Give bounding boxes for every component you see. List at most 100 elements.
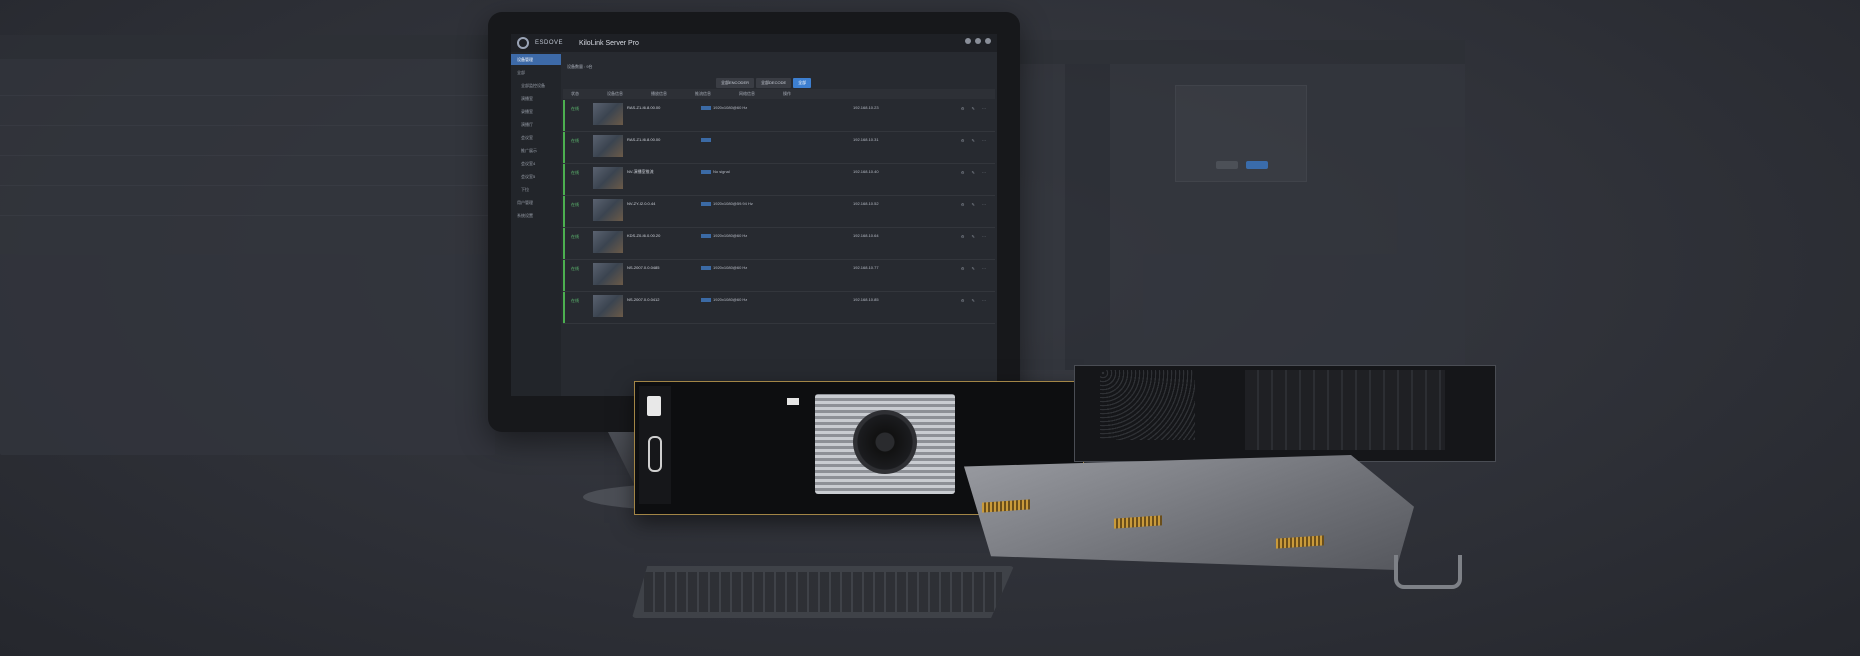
column-header: 状态 — [571, 91, 579, 96]
row-actions[interactable]: ⚙ ✎ ⋯ — [961, 138, 989, 143]
status-badge: 在线 — [571, 170, 579, 175]
status-badge: 在线 — [571, 266, 579, 271]
video-thumbnail[interactable] — [593, 103, 623, 125]
background-table-row — [0, 155, 495, 156]
ip-address: 192.168.10.31 — [853, 137, 879, 142]
status-badge: 在线 — [571, 202, 579, 207]
signal-info: 1920x1080@60 Hz — [701, 265, 747, 270]
device-name: NV-ZY-I2.0.0.44 — [627, 201, 656, 206]
sidebar-item[interactable]: 演播室 — [511, 93, 561, 104]
device-name: RAS-Z1-I6.8.00.00 — [627, 105, 661, 110]
format-badge-icon — [701, 137, 711, 142]
table-row[interactable]: 在线 RAS-Z1-I6.8.00.00 1920x1080@60 Hz 192.16… — [563, 100, 995, 132]
background-dialog-cancel — [1216, 161, 1238, 169]
sidebar-item[interactable]: 全部监控设备 — [511, 80, 561, 91]
format-badge-icon — [701, 265, 711, 270]
ip-address: 192.168.10.77 — [853, 265, 879, 270]
video-thumbnail[interactable] — [593, 295, 623, 317]
ip-address: 192.168.10.52 — [853, 201, 879, 206]
sidebar-item[interactable]: 会议室 — [511, 132, 561, 143]
table-row[interactable]: 在线 NV-演播室推流 No signal 192.168.10.40 ⚙ ✎ ⋯ — [563, 164, 995, 196]
table-row[interactable]: 在线 NS-2007.0.0.0412 1920x1080@60 Hz 192.168… — [563, 292, 995, 324]
video-thumbnail[interactable] — [593, 167, 623, 189]
ip-address: 192.168.10.40 — [853, 169, 879, 174]
chassis-expansion-slots — [1245, 370, 1445, 450]
table-row[interactable]: 在线 NS-2007.0.0.0485 1920x1080@60 Hz 192.168… — [563, 260, 995, 292]
signal-info: 1920x1080@60 Hz — [701, 233, 747, 238]
app-header: ESDOVE KiloLink Server Pro — [511, 34, 997, 52]
video-thumbnail[interactable] — [593, 135, 623, 157]
monitor-bezel: ESDOVE KiloLink Server Pro 设备管理 全部 全部监控设… — [488, 12, 1020, 432]
sidebar-item[interactable]: 录播室 — [511, 106, 561, 117]
sidebar-item[interactable]: 用户管理 — [511, 197, 561, 208]
status-badge: 在线 — [571, 298, 579, 303]
column-header: 操作 — [783, 91, 791, 96]
row-actions[interactable]: ⚙ ✎ ⋯ — [961, 298, 989, 303]
online-indicator — [563, 196, 565, 227]
signal-info-text: 1920x1080@59.94 Hz — [713, 201, 753, 206]
signal-info: 1920x1080@59.94 Hz — [701, 201, 753, 206]
column-header: 播放信息 — [651, 91, 667, 96]
table-row[interactable]: 在线 NV-ZY-I2.0.0.44 1920x1080@59.94 Hz 192.1… — [563, 196, 995, 228]
tab-all[interactable]: 全部 — [793, 78, 812, 88]
brand-logo-icon — [517, 37, 529, 49]
sidebar-item[interactable]: 下拉 — [511, 184, 561, 195]
chassis-pcie-tray — [964, 455, 1414, 570]
signal-info: 1920x1080@60 Hz — [701, 297, 747, 302]
card-chip-label — [787, 398, 799, 405]
sidebar-item[interactable]: 会议室4 — [511, 158, 561, 169]
chassis-vent-grid — [1100, 370, 1195, 440]
table-row[interactable]: 在线 KDS-Z0-I6.0.00.20 1920x1080@60 Hz 192.16… — [563, 228, 995, 260]
row-actions[interactable]: ⚙ ✎ ⋯ — [961, 202, 989, 207]
hdmi-port-icon — [648, 436, 662, 472]
ip-address: 192.168.10.23 — [853, 105, 879, 110]
logout-icon[interactable] — [985, 38, 991, 44]
tab-decoder[interactable]: 全部DECODE — [756, 78, 792, 88]
device-count-filter[interactable]: 设备数量 : 9台 — [567, 64, 593, 70]
row-actions[interactable]: ⚙ ✎ ⋯ — [961, 170, 989, 175]
video-thumbnail[interactable] — [593, 231, 623, 253]
signal-info-text: 1920x1080@60 Hz — [713, 105, 748, 110]
sidebar-item[interactable]: 全部 — [511, 67, 561, 78]
sidebar-item[interactable]: 会议室5 — [511, 171, 561, 182]
format-badge-icon — [701, 201, 711, 206]
row-actions[interactable]: ⚙ ✎ ⋯ — [961, 266, 989, 271]
video-thumbnail[interactable] — [593, 199, 623, 221]
device-table-body: 在线 RAS-Z1-I6.8.00.00 1920x1080@60 Hz 192.16… — [563, 100, 995, 324]
sidebar-item[interactable]: 设备管理 — [511, 54, 561, 65]
chassis-rear-bay — [1074, 365, 1496, 462]
table-header: 状态 设备信息 播放信息 推流信息 网络信息 操作 — [563, 89, 995, 99]
column-header: 设备信息 — [607, 91, 623, 96]
signal-info-text: 1920x1080@60 Hz — [713, 265, 748, 270]
keyboard — [632, 566, 1014, 618]
background-ui-panel-left — [0, 35, 495, 455]
user-avatar-icon[interactable] — [965, 38, 971, 44]
background-table-row — [0, 185, 495, 186]
fan-icon — [853, 410, 917, 474]
row-actions[interactable]: ⚙ ✎ ⋯ — [961, 234, 989, 239]
signal-info — [701, 137, 713, 142]
format-badge-icon — [701, 169, 711, 174]
background-dialog-confirm — [1246, 161, 1268, 169]
background-table-row — [0, 125, 495, 126]
settings-icon[interactable] — [975, 38, 981, 44]
online-indicator — [563, 292, 565, 323]
online-indicator — [563, 132, 565, 163]
background-table-row — [0, 95, 495, 96]
tab-encoder[interactable]: 全部ENCODER — [716, 78, 755, 88]
format-badge-icon — [701, 233, 711, 238]
sdi-port-icon — [647, 396, 661, 416]
sidebar-item[interactable]: 系统设置 — [511, 210, 561, 221]
online-indicator — [563, 100, 565, 131]
brand-name: ESDOVE — [535, 40, 564, 46]
device-name: NS-2007.0.0.0412 — [627, 297, 660, 302]
device-name: KDS-Z0-I6.0.00.20 — [627, 233, 661, 238]
app-title: KiloLink Server Pro — [579, 39, 639, 47]
row-actions[interactable]: ⚙ ✎ ⋯ — [961, 106, 989, 111]
video-thumbnail[interactable] — [593, 263, 623, 285]
table-row[interactable]: 在线 RAS-Z1-I6.8.00.00 192.168.10.31 ⚙ ✎ ⋯ — [563, 132, 995, 164]
device-name: RAS-Z1-I6.8.00.00 — [627, 137, 661, 142]
app-sidebar: 设备管理 全部 全部监控设备 演播室 录播室 演播厅 会议室 推广展示 会议室4… — [511, 52, 561, 396]
sidebar-item[interactable]: 演播厅 — [511, 119, 561, 130]
sidebar-item[interactable]: 推广展示 — [511, 145, 561, 156]
